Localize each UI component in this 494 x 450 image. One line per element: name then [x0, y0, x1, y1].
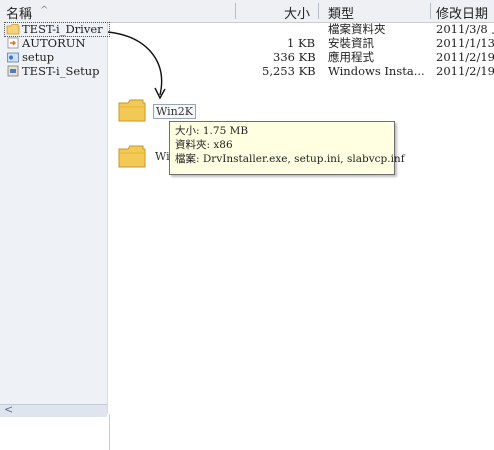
- column-divider[interactable]: [235, 3, 236, 19]
- navigation-pane: [0, 22, 108, 414]
- focus-outline: [4, 22, 110, 37]
- file-size: 5,253 KB: [262, 64, 316, 78]
- scroll-left-arrow-icon[interactable]: <: [4, 403, 13, 416]
- file-type: Windows Insta...: [328, 64, 425, 78]
- tooltip-files: 檔案: DrvInstaller.exe, setup.ini, slabvcp…: [175, 153, 405, 165]
- column-header-name[interactable]: 名稱: [6, 3, 32, 22]
- file-date: 2011/2/19: [436, 50, 494, 64]
- autorun-icon: [6, 37, 20, 49]
- setup-exe-icon: [6, 51, 20, 63]
- horizontal-scrollbar[interactable]: <: [0, 403, 107, 417]
- file-type: 檔案資料夾: [328, 22, 386, 36]
- folder-icon[interactable]: [118, 144, 146, 168]
- column-header-type[interactable]: 類型: [328, 3, 354, 22]
- file-date: 2011/2/19: [436, 64, 494, 78]
- pane-divider: [109, 414, 110, 450]
- folder-name-win2k[interactable]: Win2K: [153, 104, 196, 119]
- file-type: 安裝資訊: [328, 36, 374, 50]
- column-divider[interactable]: [430, 3, 431, 19]
- column-header-date[interactable]: 修改日期: [436, 3, 488, 22]
- sort-ascending-icon: ^: [40, 5, 49, 16]
- file-date: 2011/1/13: [436, 36, 494, 50]
- folder-name-second[interactable]: Wi: [155, 150, 170, 163]
- msi-installer-icon: [6, 65, 20, 77]
- tooltip-subfolder: 資料夾: x86: [175, 139, 233, 151]
- file-name[interactable]: AUTORUN: [22, 37, 86, 50]
- file-date: 2011/3/8 上: [436, 22, 494, 36]
- file-row-test-i-setup[interactable]: TEST-i_Setup 5,253 KB Windows Insta... 2…: [0, 65, 494, 78]
- file-row-setup[interactable]: setup 336 KB 應用程式 2011/2/19: [0, 51, 494, 64]
- column-header-bar: 名稱 ^ 大小 類型 修改日期: [0, 0, 494, 23]
- file-name[interactable]: TEST-i_Setup: [22, 65, 100, 78]
- tooltip-size: 大小: 1.75 MB: [175, 125, 249, 137]
- file-row-autorun[interactable]: AUTORUN 1 KB 安裝資訊 2011/1/13: [0, 37, 494, 50]
- column-header-size[interactable]: 大小: [284, 3, 310, 22]
- file-size: 1 KB: [287, 36, 316, 50]
- file-size: 336 KB: [273, 50, 316, 64]
- column-divider[interactable]: [318, 3, 319, 19]
- file-name[interactable]: setup: [22, 51, 54, 64]
- file-type: 應用程式: [328, 50, 374, 64]
- folder-icon[interactable]: [118, 98, 146, 122]
- folder-info-tooltip: 大小: 1.75 MB 資料夾: x86 檔案: DrvInstaller.ex…: [169, 121, 405, 175]
